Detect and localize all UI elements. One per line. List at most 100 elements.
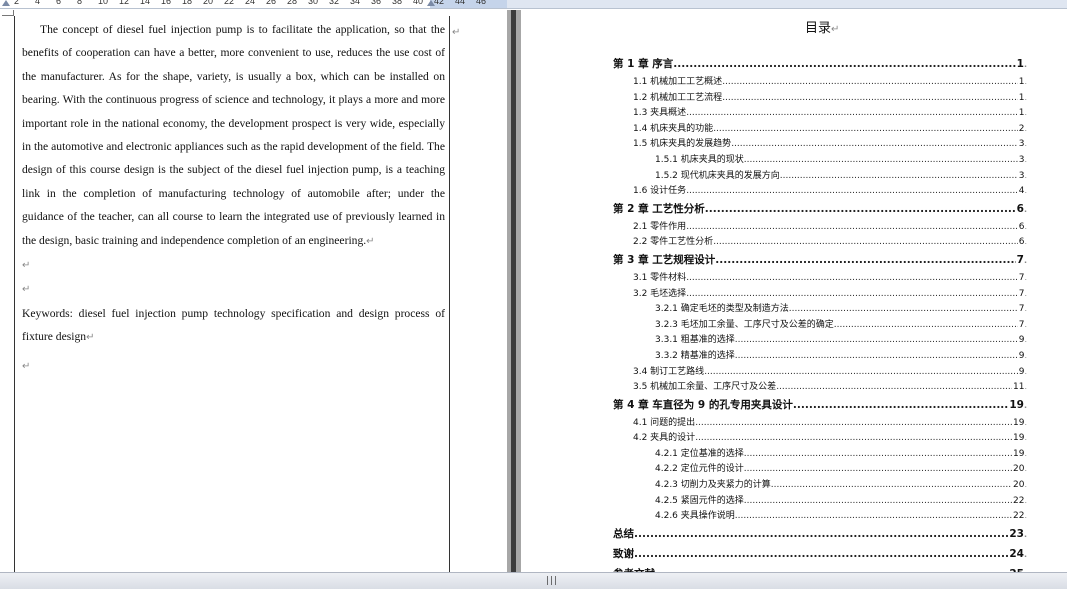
toc-entry[interactable]: 4.2.5 紧固元件的选择 22. [613, 493, 1027, 509]
toc-page-number: 7 [1018, 288, 1025, 299]
toc-page-number: 6 [1018, 237, 1025, 248]
horizontal-scrollbar[interactable]: ||| [0, 572, 1067, 589]
right-indent-marker[interactable] [427, 0, 435, 6]
toc-line-end-mark: . [1024, 272, 1027, 282]
toc-dot-leader [695, 416, 1012, 431]
toc-entry[interactable]: 1.3 夹具概述 1. [613, 105, 1027, 121]
toc-entry[interactable]: 3.5 机械加工余量、工序尺寸及公差 11. [613, 379, 1027, 395]
toc-line-end-mark: . [1024, 335, 1027, 345]
toc-entry-text: 4.2.3 切削力及夹紧力的计算 [655, 480, 771, 491]
keywords-paragraph: Keywords: diesel fuel injection pump tec… [22, 302, 445, 350]
toc-dot-leader [655, 564, 1008, 572]
toc-dot-leader [744, 153, 1018, 168]
toc-entry[interactable]: 3.4 制订工艺路线 9. [613, 364, 1027, 380]
toc-dot-leader [722, 75, 1018, 90]
toc-entry[interactable]: 3.2 毛坯选择 7. [613, 286, 1027, 302]
toc-entry-text: 4.2.1 定位基准的选择 [655, 448, 744, 459]
table-of-contents: 第 1 章 序言1.1.1 机械加工工艺概述1.1.2 机械加工工艺流程1.1.… [613, 54, 1027, 572]
toc-entry[interactable]: 4.2.3 切削力及夹紧力的计算 20. [613, 477, 1027, 493]
toc-entry[interactable]: 3.3.1 粗基准的选择 9. [613, 332, 1027, 348]
toc-page-number: 19 [1013, 448, 1025, 459]
toc-dot-leader [634, 524, 1008, 544]
ruler-number: 42 [434, 0, 445, 6]
split-bar-divider [511, 10, 516, 572]
toc-entry-text: 4.2.5 紧固元件的选择 [655, 495, 744, 506]
toc-line-end-mark: . [1023, 529, 1027, 539]
toc-dot-leader [776, 380, 1012, 395]
toc-page-number: 19 [1013, 417, 1025, 428]
toc-entry[interactable]: 4.2.6 夹具操作说明 22. [613, 508, 1027, 524]
scrollbar-grip-icon[interactable]: ||| [546, 576, 558, 586]
toc-entry[interactable]: 1.6 设计任务 4. [613, 183, 1027, 199]
toc-dot-leader [793, 395, 1008, 415]
toc-entry-text: 第 3 章 工艺规程设计 [613, 253, 716, 266]
ruler-number: 32 [329, 0, 340, 6]
abstract-body[interactable]: The concept of diesel fuel injection pum… [22, 18, 445, 378]
toc-line-end-mark: . [1024, 221, 1027, 231]
toc-entry-text: 第 1 章 序言 [613, 58, 674, 70]
toc-dot-leader [686, 271, 1018, 286]
toc-dot-leader [686, 106, 1018, 121]
ruler-number: 10 [98, 0, 109, 6]
toc-entry[interactable]: 参考文献 25. [613, 564, 1027, 572]
toc-entry-text: 1.2 机械加工工艺流程 [633, 92, 723, 103]
toc-line-end-mark: . [1024, 382, 1027, 392]
toc-entry-text: 1.4 机床夹具的功能 [633, 123, 714, 134]
toc-entry[interactable]: 2.2 零件工艺性分析 6. [613, 234, 1027, 250]
empty-paragraph: ↵ [22, 253, 445, 277]
toc-page-number: 1 [1018, 108, 1025, 119]
abstract-text: The concept of diesel fuel injection pum… [22, 23, 445, 247]
toc-entry[interactable]: 致谢 24. [613, 544, 1027, 564]
toc-dot-leader [735, 333, 1018, 348]
toc-entry[interactable]: 2.1 零件作用 6. [613, 219, 1027, 235]
horizontal-ruler[interactable]: 2 4 6 8 10 12 14 16 18 20 22 24 26 28 30 32 34 36 38 40 42 44… [0, 0, 1067, 9]
toc-entry[interactable]: 4.1 问题的提出 19. [613, 415, 1027, 431]
toc-entry[interactable]: 总结 23. [613, 524, 1027, 544]
toc-page-number: 9 [1018, 350, 1025, 361]
toc-entry-text: 3.3.1 粗基准的选择 [655, 335, 735, 346]
ruler-number: 18 [182, 0, 193, 6]
toc-entry[interactable]: 3.2.3 毛坯加工余量、工序尺寸及公差的确定 7. [613, 317, 1027, 333]
toc-entry[interactable]: 4.2.1 定位基准的选择 19. [613, 446, 1027, 462]
paragraph-mark: ↵ [22, 284, 31, 296]
toc-line-end-mark: . [1024, 511, 1027, 521]
toc-entry[interactable]: 4.2.2 定位元件的设计 20. [613, 461, 1027, 477]
toc-entry[interactable]: 第 2 章 工艺性分析 6. [613, 199, 1027, 219]
toc-page-number: 25 [1008, 564, 1024, 572]
toc-entry[interactable]: 1.4 机床夹具的功能 2. [613, 121, 1027, 137]
ruler-number: 38 [392, 0, 403, 6]
toc-entry[interactable]: 1.1 机械加工工艺概述 1. [613, 74, 1027, 90]
toc-entry[interactable]: 1.5 机床夹具的发展趋势 3. [613, 136, 1027, 152]
toc-line-end-mark: . [1024, 433, 1027, 443]
toc-entry-text: 3.3.2 精基准的选择 [655, 350, 735, 361]
toc-entry[interactable]: 4.2 夹具的设计 19. [613, 430, 1027, 446]
toc-entry[interactable]: 3.1 零件材料 7. [613, 270, 1027, 286]
toc-line-end-mark: . [1024, 139, 1027, 149]
toc-entry[interactable]: 第 4 章 车直径为 9 的孔专用夹具设计 19. [613, 395, 1027, 415]
toc-line-end-mark: . [1024, 77, 1027, 86]
toc-entry[interactable]: 3.2.1 确定毛坯的类型及制造方法 7. [613, 301, 1027, 317]
ruler-number: 24 [245, 0, 256, 6]
toc-entry[interactable]: 第 1 章 序言 1. [613, 54, 1027, 74]
toc-line-end-mark: . [1023, 204, 1027, 214]
toc-page-number: 7 [1016, 253, 1024, 266]
toc-entry[interactable]: 1.2 机械加工工艺流程 1. [613, 90, 1027, 106]
toc-entry[interactable]: 第 3 章 工艺规程设计 7. [613, 250, 1027, 270]
paragraph-mark: ↵ [22, 260, 31, 272]
left-indent-marker[interactable] [2, 0, 10, 6]
toc-entry-text: 1.5.2 现代机床夹具的发展方向 [655, 170, 780, 181]
toc-page-number: 6 [1016, 202, 1024, 215]
window-split-bar[interactable] [507, 10, 521, 572]
right-document-pane[interactable]: 目录↵ 第 1 章 序言 1. 1.1 机械加工工艺概述 1. 1.2 机械加工工艺流程… [521, 10, 1067, 572]
toc-line-end-mark: . [1024, 304, 1027, 314]
toc-entry[interactable]: 1.5.2 现代机床夹具的发展方向 3. [613, 168, 1027, 184]
toc-page-number: 22 [1013, 511, 1025, 522]
toc-entry[interactable]: 3.3.2 精基准的选择 9. [613, 348, 1027, 364]
toc-dot-leader [686, 220, 1018, 235]
toc-page-number: 20 [1013, 464, 1025, 475]
empty-paragraph: ↵ [22, 354, 445, 378]
toc-dot-leader [780, 169, 1018, 184]
toc-entry[interactable]: 1.5.1 机床夹具的现状 3. [613, 152, 1027, 168]
toc-line-end-mark: . [1024, 288, 1027, 298]
toc-dot-leader [686, 184, 1018, 199]
